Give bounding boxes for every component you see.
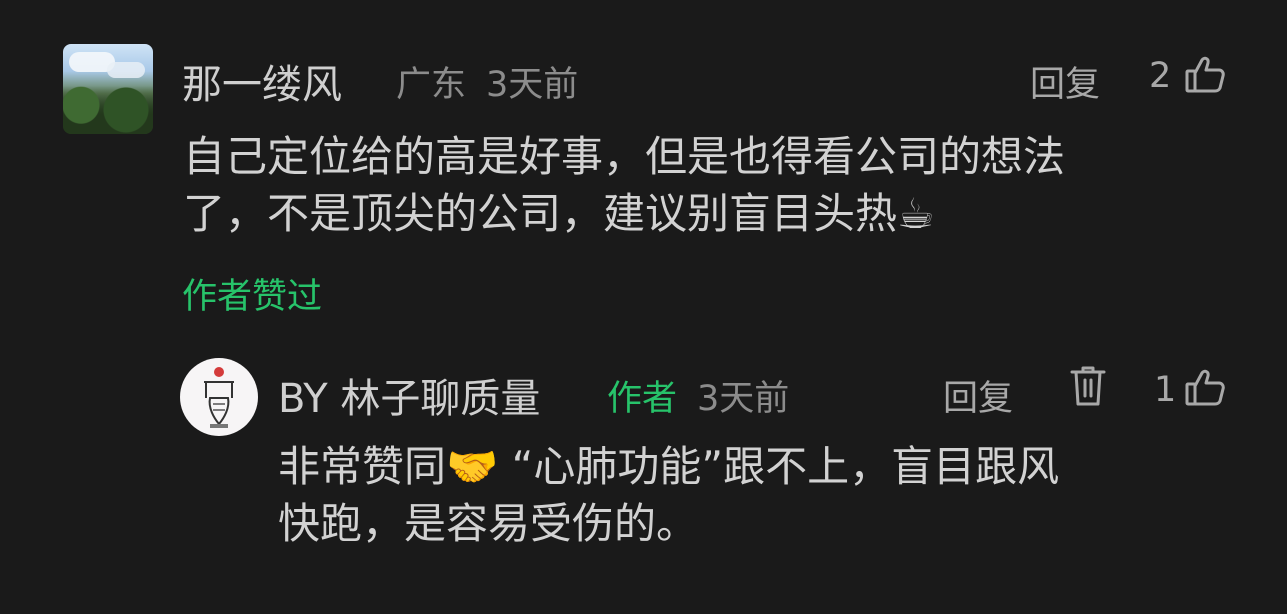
reply-button[interactable]: 回复 bbox=[943, 370, 1013, 421]
comment-text: 自己定位给的高是好事，但是也得看公司的想法 了，不是顶尖的公司，建议别盲目头热☕ bbox=[183, 128, 1243, 242]
avatar-cloud bbox=[107, 62, 145, 78]
thumbs-up-icon[interactable] bbox=[1184, 54, 1226, 96]
reply-author-avatar[interactable] bbox=[180, 358, 258, 436]
reply-text: 非常赞同🤝 “心肺功能”跟不上，盲目跟风 快跑，是容易受伤的。 bbox=[278, 438, 1258, 552]
commenter-avatar[interactable] bbox=[63, 44, 153, 134]
reply-time: 3天前 bbox=[697, 379, 790, 419]
comment-text-line: 自己定位给的高是好事，但是也得看公司的想法 bbox=[183, 132, 1066, 181]
avatar-trees bbox=[63, 86, 153, 134]
like-count: 1 bbox=[1154, 370, 1177, 410]
like-count: 2 bbox=[1149, 56, 1172, 96]
reply-text-line: 非常赞同🤝 “心肺功能”跟不上，盲目跟风 bbox=[278, 442, 1060, 491]
author-tag: 作者 bbox=[607, 379, 678, 419]
comment-text-line: 了，不是顶尖的公司，建议别盲目头热☕ bbox=[183, 189, 935, 238]
commenter-location: 广东 bbox=[396, 65, 467, 105]
commenter-name[interactable]: 那一缕风 bbox=[182, 52, 342, 110]
comment-time: 3天前 bbox=[486, 65, 579, 105]
author-liked-label: 作者赞过 bbox=[182, 277, 323, 317]
reply-button[interactable]: 回复 bbox=[1030, 56, 1100, 107]
reply-text-line: 快跑，是容易受伤的。 bbox=[278, 499, 699, 548]
trash-icon[interactable] bbox=[1068, 364, 1108, 408]
thumbs-up-icon[interactable] bbox=[1184, 367, 1226, 409]
reply-author-name[interactable]: BY 林子聊质量 bbox=[278, 366, 540, 424]
